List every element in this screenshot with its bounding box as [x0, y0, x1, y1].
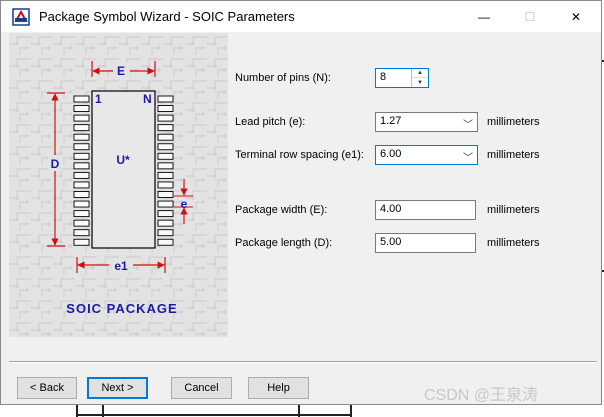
lead-pitch-label: Lead pitch (e): — [235, 116, 306, 128]
help-button[interactable]: Help — [248, 377, 309, 399]
row-spacing-value: 6.00 — [380, 148, 402, 160]
package-pin — [157, 124, 174, 132]
dim-pitch-label: e — [181, 197, 188, 211]
num-pins-value: 8 — [380, 71, 387, 83]
back-button[interactable]: < Back — [17, 377, 77, 399]
close-button[interactable]: ✕ — [553, 1, 599, 32]
num-pins-label: Number of pins (N): — [235, 72, 331, 84]
package-pin — [73, 238, 90, 246]
row-spacing-unit: millimeters — [487, 149, 540, 161]
package-pin — [157, 105, 174, 113]
footer-separator — [9, 361, 597, 363]
package-pin — [73, 124, 90, 132]
package-pin — [157, 219, 174, 227]
title-bar[interactable]: Package Symbol Wizard - SOIC Parameters … — [1, 1, 601, 32]
lead-pitch-value: 1.27 — [380, 115, 402, 127]
next-button[interactable]: Next > — [87, 377, 148, 399]
num-pins-spinner[interactable]: ▲ ▼ — [411, 69, 428, 87]
package-pin — [73, 191, 90, 198]
spin-down-icon[interactable]: ▼ — [412, 78, 428, 87]
package-pin — [73, 200, 90, 208]
dim-E-label: E — [117, 64, 125, 78]
soic-diagram: E D 1 N U* e e1 SOIC PACKAGE — [9, 33, 228, 337]
row-spacing-combobox[interactable]: 6.00 ﹀ — [375, 145, 478, 165]
package-pin — [157, 191, 174, 198]
package-pin — [157, 152, 174, 160]
package-pin — [73, 219, 90, 227]
dim-D-label: D — [51, 157, 60, 171]
watermark: CSDN @王泉涛 — [424, 387, 539, 404]
package-pin — [73, 210, 90, 218]
window-title: Package Symbol Wizard - SOIC Parameters — [39, 9, 295, 24]
package-width-value: 4.00 — [380, 203, 402, 215]
package-length-value: 5.00 — [380, 236, 402, 248]
package-pin — [157, 171, 174, 179]
minimize-icon: — — [478, 9, 490, 24]
package-length-label: Package length (D): — [235, 237, 333, 249]
package-length-unit: millimeters — [487, 237, 540, 249]
package-pin — [73, 95, 90, 103]
package-pin — [73, 133, 90, 141]
package-pin — [73, 181, 90, 189]
package-pin — [73, 229, 90, 237]
package-pin — [157, 133, 174, 141]
num-pins-spinbox[interactable]: 8 ▲ ▼ — [375, 68, 429, 88]
package-pin — [73, 114, 90, 122]
package-width-input[interactable]: 4.00 — [375, 200, 476, 220]
package-pin — [73, 171, 90, 179]
package-width-unit: millimeters — [487, 204, 540, 216]
row-spacing-label: Terminal row spacing (e1): — [235, 149, 364, 161]
package-pin — [73, 143, 90, 151]
dim-e1-label: e1 — [114, 259, 128, 273]
package-pin — [157, 162, 174, 170]
package-pin — [73, 152, 90, 160]
package-pin — [157, 143, 174, 151]
lead-pitch-unit: millimeters — [487, 116, 540, 128]
spin-up-icon[interactable]: ▲ — [412, 69, 428, 78]
wizard-window: Package Symbol Wizard - SOIC Parameters … — [0, 0, 602, 405]
part-label: U* — [116, 153, 130, 167]
maximize-button[interactable]: ☐ — [507, 1, 553, 32]
package-width-label: Package width (E): — [235, 204, 328, 216]
lead-pitch-combobox[interactable]: 1.27 ﹀ — [375, 112, 478, 132]
pin-n-label: N — [143, 92, 152, 106]
close-icon: ✕ — [570, 9, 582, 24]
package-pin — [73, 105, 90, 113]
package-caption: SOIC PACKAGE — [66, 301, 177, 316]
package-pin — [157, 114, 174, 122]
app-icon — [12, 8, 30, 26]
cancel-button[interactable]: Cancel — [171, 377, 232, 399]
package-pin — [157, 95, 174, 103]
package-length-input[interactable]: 5.00 — [375, 233, 476, 253]
package-pin — [157, 229, 174, 237]
package-pin — [157, 181, 174, 189]
package-pin — [157, 200, 174, 208]
package-pin — [73, 162, 90, 170]
package-pin — [157, 238, 174, 246]
package-body — [91, 90, 156, 249]
package-illustration: E D 1 N U* e e1 SOIC PACKAGE — [9, 33, 228, 337]
pin-1-label: 1 — [95, 92, 102, 106]
minimize-button[interactable]: — — [461, 1, 507, 32]
chevron-down-icon[interactable]: ﹀ — [463, 116, 473, 131]
chevron-down-icon[interactable]: ﹀ — [463, 149, 473, 164]
package-pin — [157, 210, 174, 218]
maximize-icon: ☐ — [524, 9, 536, 24]
